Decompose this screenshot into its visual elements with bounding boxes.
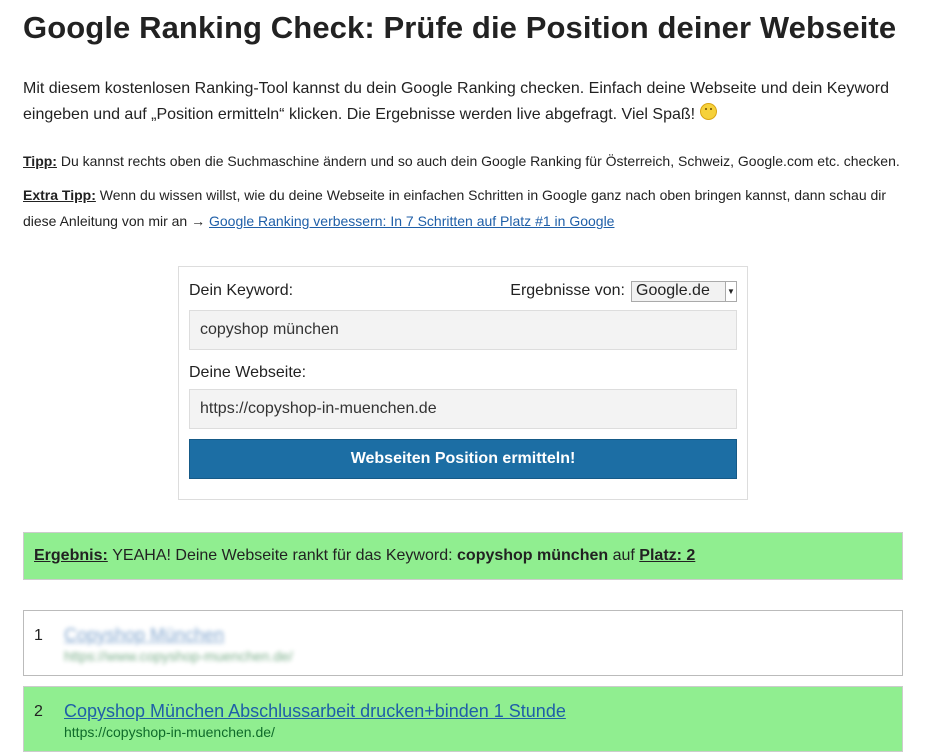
result-url: https://copyshop-in-muenchen.de/ bbox=[64, 724, 275, 740]
ranking-guide-link[interactable]: Google Ranking verbessern: In 7 Schritte… bbox=[209, 213, 614, 229]
submit-button[interactable]: Webseiten Position ermitteln! bbox=[189, 439, 737, 479]
form-top-row: Dein Keyword: Ergebnisse von: Google.de … bbox=[189, 277, 737, 305]
engine-select-wrap: Ergebnisse von: Google.de ▼ bbox=[510, 280, 737, 302]
tip-text: Du kannst rechts oben die Suchmaschine ä… bbox=[60, 153, 900, 169]
result-prefix: YEAHA! Deine Webseite rankt für das Keyw… bbox=[112, 547, 453, 564]
result-content: Copyshop München Abschlussarbeit drucken… bbox=[64, 697, 566, 751]
result-url: https://www.copyshop-muenchen.de/ bbox=[64, 648, 293, 664]
website-label: Deine Webseite: bbox=[189, 364, 307, 381]
keyword-label: Dein Keyword: bbox=[189, 282, 294, 299]
smiley-icon bbox=[699, 103, 717, 120]
search-engine-select[interactable]: Google.de ▼ bbox=[631, 280, 737, 302]
result-label: Ergebnis: bbox=[34, 547, 108, 564]
ranking-form: Dein Keyword: Ergebnisse von: Google.de … bbox=[178, 266, 748, 500]
intro-paragraph: Mit diesem kostenlosen Ranking-Tool kann… bbox=[23, 76, 903, 128]
list-item: 1 Copyshop München https://www.copyshop-… bbox=[23, 610, 903, 676]
result-rank-number: 2 bbox=[34, 703, 43, 720]
result-title-link[interactable]: Copyshop München bbox=[64, 625, 293, 646]
intro-text: Mit diesem kostenlosen Ranking-Tool kann… bbox=[23, 80, 889, 123]
list-item: 2 Copyshop München Abschlussarbeit druck… bbox=[23, 686, 903, 752]
chevron-down-icon[interactable]: ▼ bbox=[725, 281, 736, 301]
result-title-link[interactable]: Copyshop München Abschlussarbeit drucken… bbox=[64, 701, 566, 722]
result-banner: Ergebnis: YEAHA! Deine Webseite rankt fü… bbox=[23, 532, 903, 580]
website-input[interactable]: https://copyshop-in-muenchen.de bbox=[189, 389, 737, 429]
tip-paragraph: Tipp: Du kannst rechts oben die Suchmasc… bbox=[23, 148, 903, 174]
search-engine-value: Google.de bbox=[636, 282, 710, 299]
result-middle: auf bbox=[612, 547, 635, 564]
result-content: Copyshop München https://www.copyshop-mu… bbox=[64, 621, 293, 675]
page-title: Google Ranking Check: Prüfe die Position… bbox=[23, 10, 897, 45]
extra-tip-paragraph: Extra Tipp: Wenn du wissen willst, wie d… bbox=[23, 182, 903, 234]
result-keyword: copyshop münchen bbox=[457, 547, 609, 564]
result-rank-number: 1 bbox=[34, 627, 43, 644]
results-from-label: Ergebnisse von: bbox=[510, 282, 625, 299]
keyword-input[interactable]: copyshop münchen bbox=[189, 310, 737, 350]
result-rank: Platz: 2 bbox=[639, 547, 696, 564]
extra-tip-label: Extra Tipp: bbox=[23, 187, 96, 203]
keyword-input-value: copyshop münchen bbox=[200, 321, 339, 338]
website-input-value: https://copyshop-in-muenchen.de bbox=[200, 400, 437, 417]
tip-label: Tipp: bbox=[23, 153, 57, 169]
